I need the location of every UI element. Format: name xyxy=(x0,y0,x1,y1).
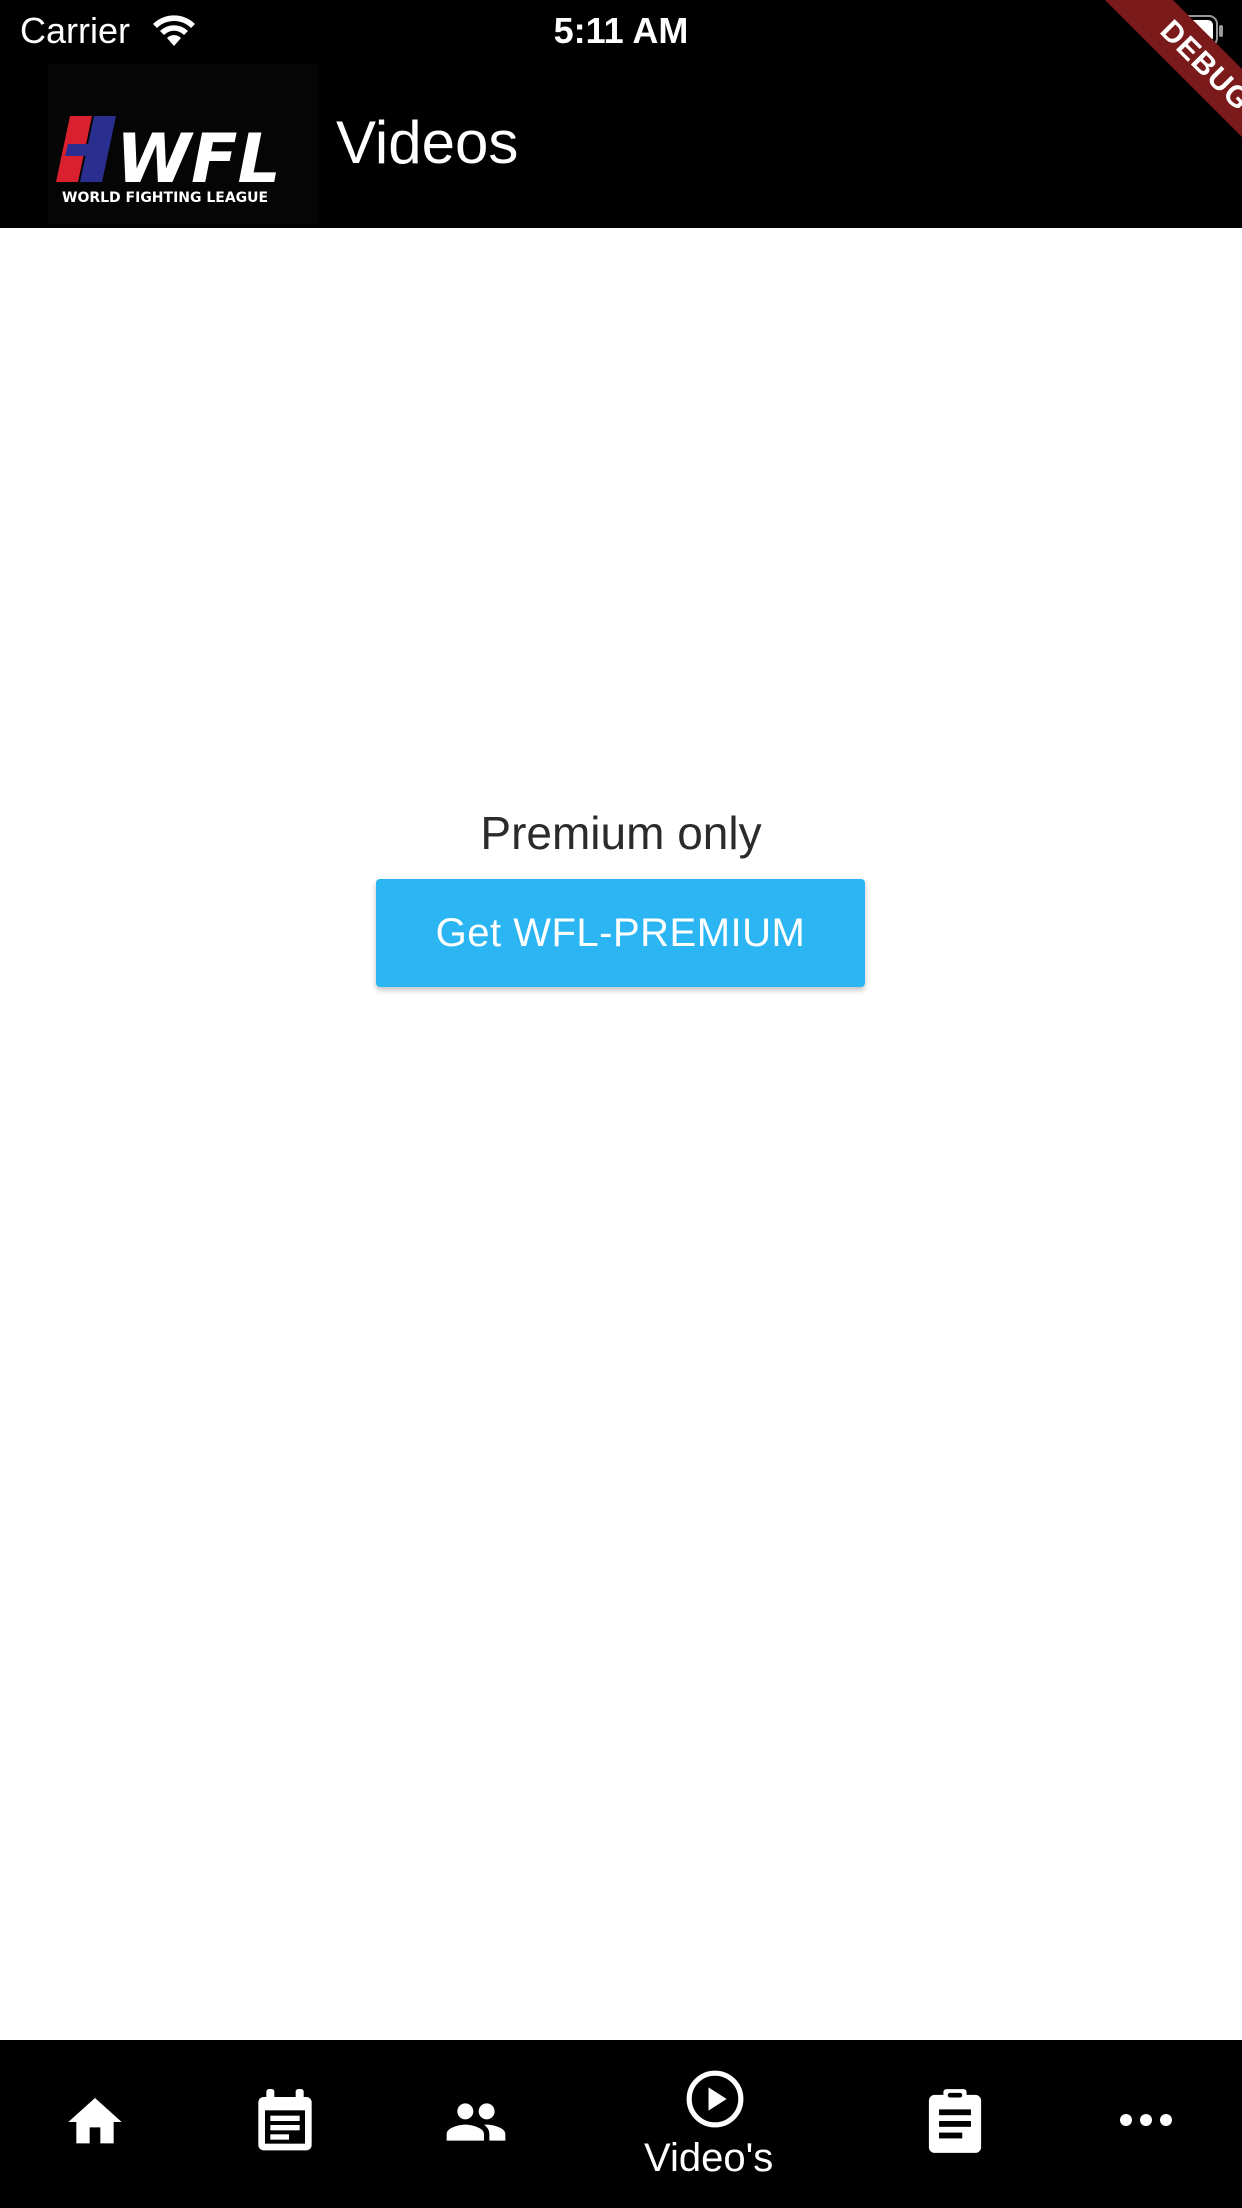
status-bar: Carrier 5:11 AM xyxy=(0,0,1242,60)
logo-subtitle: WORLD FIGHTING LEAGUE xyxy=(62,190,268,206)
premium-message: Premium only xyxy=(480,807,762,859)
nav-item-schedule[interactable] xyxy=(190,2040,380,2208)
clipboard-icon xyxy=(926,2086,984,2156)
app-bar: WFL WORLD FIGHTING LEAGUE Videos xyxy=(0,60,1242,228)
nav-item-fighters[interactable] xyxy=(380,2040,570,2208)
main-content: Premium only Get WFL-PREMIUM xyxy=(0,228,1242,2040)
calendar-icon xyxy=(253,2086,317,2156)
nav-item-more[interactable] xyxy=(1050,2040,1242,2208)
nav-item-home[interactable] xyxy=(0,2040,190,2208)
bottom-navigation: Video's xyxy=(0,2040,1242,2208)
nav-label-videos: Video's xyxy=(644,2136,774,2180)
people-icon xyxy=(442,2090,510,2154)
more-horizontal-icon xyxy=(1118,2110,1174,2130)
status-time: 5:11 AM xyxy=(553,10,689,51)
wfl-logo: WFL WORLD FIGHTING LEAGUE xyxy=(48,64,318,224)
get-premium-button[interactable]: Get WFL-PREMIUM xyxy=(376,879,865,987)
logo-text: WFL xyxy=(116,120,281,199)
page-title: Videos xyxy=(336,109,519,176)
top-bar: Carrier 5:11 AM WFL WORLD FIGHTING LEAGU… xyxy=(0,0,1242,228)
nav-item-results[interactable] xyxy=(860,2040,1050,2208)
nav-item-videos[interactable]: Video's xyxy=(570,2040,860,2208)
play-circle-icon xyxy=(684,2068,746,2130)
screen: Carrier 5:11 AM WFL WORLD FIGHTING LEAGU… xyxy=(0,0,1242,2208)
home-icon xyxy=(63,2090,127,2154)
